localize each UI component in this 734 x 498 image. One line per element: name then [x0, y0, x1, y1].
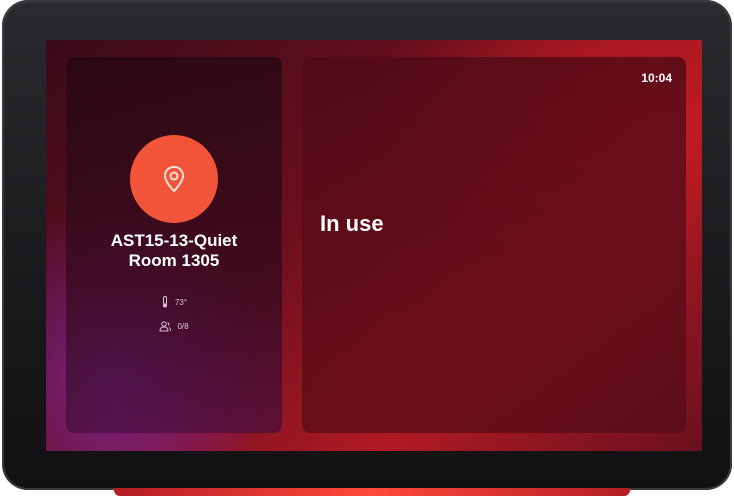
room-info-panel: AST15-13-Quiet Room 1305 73° 0/8	[66, 57, 282, 433]
clock: 10:04	[641, 71, 672, 85]
status-panel[interactable]: 10:04 In use	[302, 57, 686, 433]
room-name-line1: AST15-13-Quiet	[110, 231, 238, 250]
temperature-stat: 73°	[66, 296, 282, 308]
room-booking-device: AST15-13-Quiet Room 1305 73° 0/8 10:04 I…	[2, 0, 732, 490]
room-name: AST15-13-Quiet Room 1305	[66, 231, 282, 271]
room-name-line2: Room 1305	[128, 251, 220, 270]
device-screen: AST15-13-Quiet Room 1305 73° 0/8 10:04 I…	[46, 40, 702, 451]
location-badge	[130, 135, 218, 223]
thermometer-icon	[162, 296, 167, 308]
room-status: In use	[320, 211, 384, 236]
location-pin-icon	[163, 165, 185, 193]
temperature-value: 73°	[174, 297, 188, 307]
occupancy-value: 0/8	[177, 322, 189, 331]
status-led-bar	[114, 488, 630, 496]
people-icon	[159, 321, 172, 332]
occupancy-stat: 0/8	[66, 321, 282, 332]
